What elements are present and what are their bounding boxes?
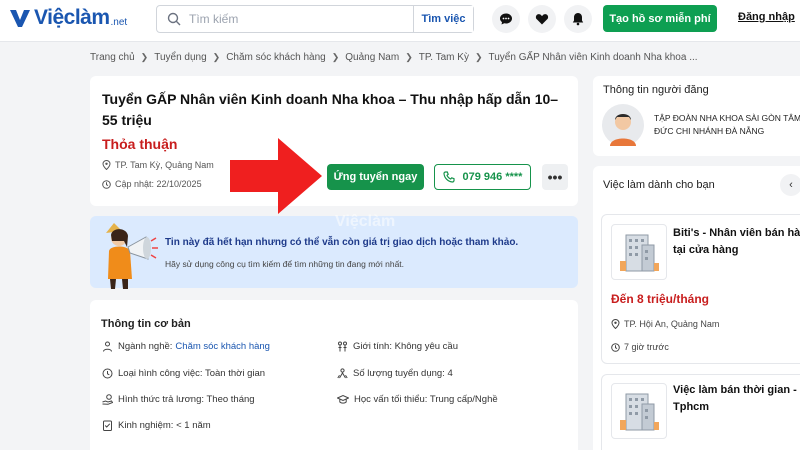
gender-text: Giới tính: Không yêu cầu	[353, 341, 458, 352]
suggested-job-location-text: TP. Hội An, Quảng Nam	[624, 319, 720, 329]
job-salary: Thỏa thuận	[102, 136, 178, 152]
hand-money-icon	[102, 394, 113, 405]
chat-button[interactable]	[492, 5, 520, 33]
building-icon	[620, 393, 659, 431]
breadcrumb-item[interactable]: Tuyển dụng	[154, 52, 206, 63]
job-location-text: TP. Tam Kỳ, Quảng Nam	[115, 160, 214, 170]
search-input[interactable]	[189, 12, 409, 26]
breadcrumb-item[interactable]: Trang chủ	[90, 52, 135, 63]
education-text: Học vấn tối thiểu: Trung cấp/Nghề	[354, 394, 498, 405]
chevron-right-icon: ❯	[140, 52, 149, 62]
industry-label: Ngành nghề:	[118, 341, 173, 352]
company-thumbnail	[611, 224, 667, 280]
clock-icon	[102, 179, 111, 189]
checklist-icon	[103, 420, 112, 431]
job-updated: Cập nhật: 22/10/2025	[102, 179, 202, 189]
poster-title: Thông tin người đăng	[603, 84, 709, 96]
logo-v-icon	[10, 10, 30, 27]
gender-icon	[338, 341, 347, 352]
job-location: TP. Tam Kỳ, Quảng Nam	[102, 160, 214, 170]
location-pin-icon	[611, 319, 620, 329]
suggested-job-location: TP. Hội An, Quảng Nam	[611, 319, 719, 329]
notice-title: Tin này đã hết hạn nhưng có thể vẫn còn …	[165, 237, 519, 248]
chevron-right-icon: ❯	[212, 52, 221, 62]
info-quantity: Số lượng tuyển dụng: 4	[337, 368, 453, 379]
graduation-cap-icon	[337, 394, 349, 404]
info-education: Học vấn tối thiểu: Trung cấp/Nghề	[337, 394, 498, 405]
pay-method-text: Hình thức trả lương: Theo tháng	[118, 394, 255, 405]
info-job-type: Loại hình công việc: Toàn thời gian	[102, 368, 265, 379]
bell-icon	[572, 13, 584, 26]
logo-suffix: .net	[110, 16, 128, 28]
breadcrumb-item[interactable]: Quảng Nam	[345, 52, 399, 63]
info-industry: Ngành nghề: Chăm sóc khách hàng	[102, 341, 270, 352]
notice-subtitle: Hãy sử dụng công cụ tìm kiếm để tìm nhữn…	[165, 259, 405, 269]
search-bar: Tìm việc	[156, 5, 474, 33]
poster-avatar[interactable]	[602, 104, 644, 146]
suggested-job-time: 7 giờ trước	[611, 342, 669, 352]
clock-icon	[611, 342, 620, 352]
breadcrumb-item[interactable]: Chăm sóc khách hàng	[226, 52, 326, 63]
suggested-job-time-text: 7 giờ trước	[624, 342, 669, 352]
industry-link[interactable]: Chăm sóc khách hàng	[175, 341, 270, 352]
experience-text: Kinh nghiệm: < 1 năm	[118, 420, 211, 431]
suggested-job-salary: Đến 8 triệu/tháng	[611, 292, 710, 306]
info-gender: Giới tính: Không yêu cầu	[337, 341, 458, 352]
phone-number: 079 946 ****	[462, 171, 523, 183]
breadcrumb-current: Tuyển GẤP Nhân viên Kinh doanh Nha khoa …	[488, 52, 698, 63]
chevron-right-icon: ❯	[331, 52, 340, 62]
notification-button[interactable]	[564, 5, 592, 33]
phone-button[interactable]: 079 946 ****	[434, 164, 531, 190]
basic-info-title: Thông tin cơ bản	[101, 318, 191, 330]
phone-icon	[442, 171, 455, 183]
watermark-text: Việclàm	[335, 213, 396, 230]
site-logo[interactable]: Việclàm .net	[8, 6, 127, 30]
red-arrow-annotation	[230, 138, 322, 214]
chevron-right-icon: ❯	[405, 52, 413, 62]
clock-icon	[102, 368, 113, 379]
create-profile-button[interactable]: Tạo hồ sơ miễn phí	[603, 5, 717, 32]
suggested-job-title-line1[interactable]: Biti's - Nhân viên bán hàng	[673, 225, 800, 242]
apply-now-button[interactable]: Ứng tuyển ngay	[327, 164, 424, 190]
company-thumbnail	[611, 383, 667, 439]
quantity-text: Số lượng tuyển dụng: 4	[353, 368, 453, 379]
logo-text: Việclàm	[34, 6, 110, 29]
job-title: Tuyển GẤP Nhân viên Kinh doanh Nha khoa …	[102, 91, 559, 128]
search-icon	[167, 12, 181, 26]
suggested-job-title-line1[interactable]: Việc làm bán thời gian -	[673, 382, 797, 399]
suggested-job-title-line2[interactable]: tại cửa hàng	[673, 242, 738, 259]
top-header: Việclàm .net Tìm việc Tạo hồ sơ miễn phí…	[0, 0, 800, 42]
login-link[interactable]: Đăng nhập	[738, 11, 795, 23]
chat-icon	[500, 13, 512, 25]
building-icon	[620, 234, 659, 272]
expired-notice	[90, 216, 578, 288]
group-icon	[337, 368, 348, 379]
poster-company-name[interactable]: TẬP ĐOÀN NHA KHOA SÀI GÒN TÂM ĐỨC CHI NH…	[654, 112, 800, 138]
search-button[interactable]: Tìm việc	[413, 6, 473, 32]
job-updated-text: Cập nhật: 22/10/2025	[115, 179, 202, 189]
info-pay-method: Hình thức trả lương: Theo tháng	[102, 394, 255, 405]
favorite-button[interactable]	[528, 5, 556, 33]
job-type-text: Loại hình công việc: Toàn thời gian	[118, 368, 266, 379]
person-icon	[103, 341, 112, 352]
chevron-right-icon: ❯	[474, 52, 483, 62]
suggested-job-title-line2[interactable]: Tphcm	[673, 399, 709, 416]
info-experience: Kinh nghiệm: < 1 năm	[102, 420, 211, 431]
more-options-button[interactable]: •••	[542, 164, 568, 190]
location-pin-icon	[102, 160, 111, 170]
suggested-title: Việc làm dành cho bạn	[603, 179, 715, 191]
heart-icon	[535, 14, 549, 25]
breadcrumb: Trang chủ ❯ Tuyển dụng ❯ Chăm sóc khách …	[90, 52, 698, 63]
breadcrumb-item[interactable]: TP. Tam Kỳ	[419, 52, 469, 63]
prev-arrow-button[interactable]: ‹	[780, 174, 800, 196]
megaphone-woman-illustration	[106, 223, 158, 289]
